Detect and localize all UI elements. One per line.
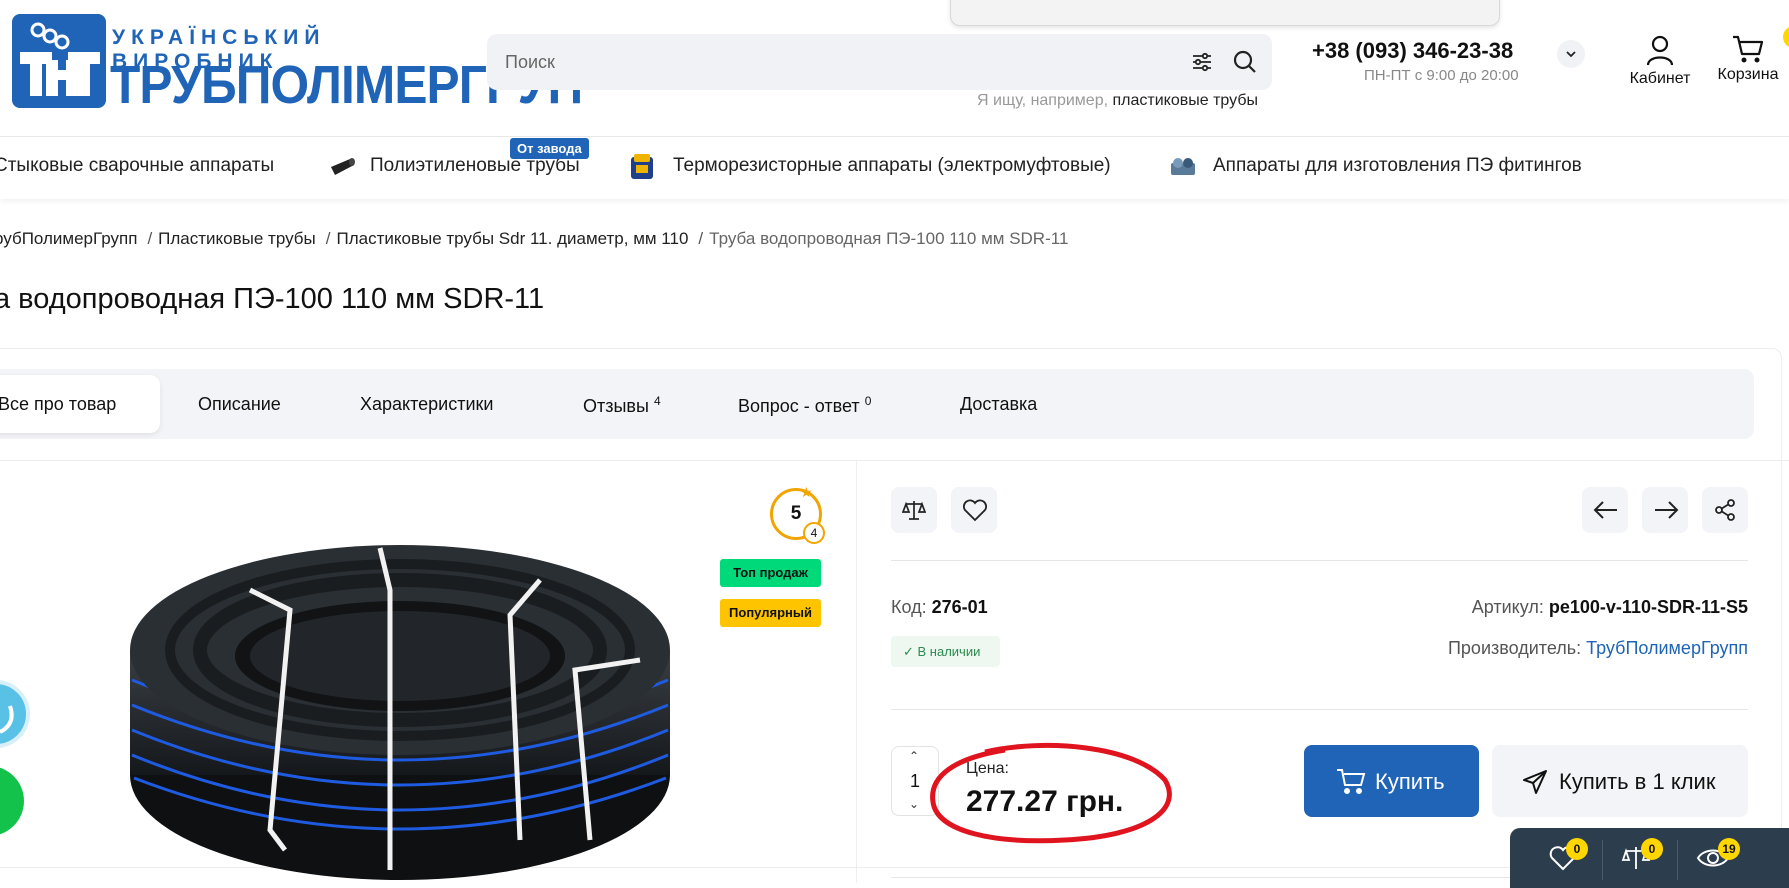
factory-badge: От завода <box>510 138 589 159</box>
cart-icon <box>1337 769 1366 794</box>
tab-specs[interactable]: Характеристики <box>360 394 493 415</box>
buy-label: Купить <box>1375 769 1445 794</box>
info-divider-middle <box>891 709 1748 710</box>
tab-reviews[interactable]: Отзывы 4 <box>583 394 661 417</box>
scales-icon <box>902 501 926 520</box>
working-hours: ПН-ПТ с 9:00 до 20:00 <box>1364 67 1519 84</box>
floating-actions-bar: 0 0 19 <box>1510 828 1789 888</box>
product-maker: Производитель: ТрубПолимерГрупп <box>1447 638 1748 658</box>
user-icon <box>1646 35 1674 66</box>
compare-count-badge: 0 <box>1641 838 1663 860</box>
reviews-count: 4 <box>653 394 661 408</box>
arrow-right-icon <box>1655 501 1679 519</box>
arrow-left-icon <box>1593 501 1617 519</box>
qa-count: 0 <box>864 394 872 408</box>
chevron-down-icon[interactable]: ⌄ <box>909 797 919 811</box>
popular-badge: Популярный <box>720 599 821 627</box>
prev-product-button[interactable] <box>1582 487 1628 533</box>
viewed-count-badge: 19 <box>1718 838 1740 860</box>
stock-status: ✓ В наличии <box>891 636 1000 667</box>
wishlist-count-badge: 0 <box>1566 838 1588 860</box>
float-divider <box>1677 840 1678 880</box>
search-hint-example[interactable]: пластиковые трубы <box>1113 92 1258 109</box>
search-icon[interactable] <box>1232 49 1258 75</box>
tab-all[interactable]: Все про товар <box>0 394 116 415</box>
cart-icon <box>1733 35 1764 63</box>
breadcrumb-plastic-pipes[interactable]: Пластиковые трубы <box>158 229 316 248</box>
category-fitting-machines[interactable]: Аппараты для изготовления ПЭ фитингов <box>1213 155 1582 177</box>
float-divider <box>1602 840 1603 880</box>
product-code: Код: 276-01 <box>891 597 988 617</box>
category-nav: Стыковые сварочные аппараты Полиэтиленов… <box>0 137 1789 199</box>
star-icon: ★ <box>800 484 813 500</box>
cabinet-button[interactable]: Кабинет <box>1622 34 1698 88</box>
electrofusion-icon <box>628 151 656 183</box>
product-image[interactable] <box>120 540 680 880</box>
heart-icon <box>963 499 987 522</box>
top-sales-badge: Топ продаж <box>720 559 821 587</box>
share-button[interactable] <box>1702 487 1748 533</box>
breadcrumb-current: Труба водопроводная ПЭ-100 110 мм SDR-11 <box>709 229 1069 248</box>
buy-button[interactable]: Купить <box>1304 745 1479 817</box>
breadcrumb: рубПолимерГрупп / Пластиковые трубы / Пласти… <box>0 229 1068 249</box>
category-electrofusion[interactable]: Терморезисторные аппараты (электромуфтов… <box>673 155 1111 177</box>
filter-icon[interactable] <box>1190 50 1214 74</box>
tab-qa[interactable]: Вопрос - ответ 0 <box>738 394 871 417</box>
breadcrumb-sdr11[interactable]: Пластиковые трубы Sdr 11. диаметр, мм 11… <box>337 229 689 248</box>
cabinet-label: Кабинет <box>1629 70 1691 87</box>
search-hint: Я ищу, например, пластиковые трубы <box>977 92 1258 109</box>
chevron-up-icon[interactable]: ⌃ <box>909 749 919 763</box>
search-box <box>487 34 1272 90</box>
send-icon <box>1523 770 1547 794</box>
breadcrumb-home[interactable]: рубПолимерГрупп <box>0 229 137 248</box>
share-icon <box>1715 499 1735 521</box>
logo-mark-icon <box>12 14 106 108</box>
wishlist-button[interactable] <box>951 487 997 533</box>
page-title: а водопроводная ПЭ-100 110 мм SDR-11 <box>0 283 545 315</box>
viber-icon <box>0 705 14 734</box>
tabs-divider <box>0 460 1789 461</box>
product-sku: Артикул: pe100-v-110-SDR-11-S5 <box>1471 597 1748 617</box>
phone-number[interactable]: +38 (093) 346-23-38 <box>1312 38 1513 64</box>
phone-dropdown-toggle[interactable] <box>1557 40 1585 68</box>
review-count-badge[interactable]: 4 <box>803 522 825 544</box>
tab-description[interactable]: Описание <box>198 394 281 415</box>
category-welding[interactable]: Стыковые сварочные аппараты <box>0 155 274 177</box>
tab-delivery[interactable]: Доставка <box>960 394 1037 415</box>
cart-button[interactable]: Корзина <box>1710 26 1786 84</box>
chevron-down-icon <box>1566 51 1576 58</box>
cart-label: Корзина <box>1717 66 1779 83</box>
buy-oneclick-button[interactable]: Купить в 1 клик <box>1492 745 1748 817</box>
dropdown-panel <box>950 0 1500 26</box>
next-product-button[interactable] <box>1642 487 1688 533</box>
compare-button[interactable] <box>891 487 937 533</box>
buy-oneclick-label: Купить в 1 клик <box>1559 769 1716 794</box>
price-highlight-circle <box>930 742 1172 844</box>
fitting-machine-icon <box>1168 151 1198 181</box>
site-logo[interactable]: УКРАЇНСЬКИЙ ВИРОБНИК ТРУБПОЛІМЕРГРУП <box>12 14 583 115</box>
info-divider-top <box>891 560 1748 561</box>
pipe-icon <box>328 151 358 181</box>
column-divider <box>856 461 857 883</box>
maker-link[interactable]: ТрубПолимерГрупп <box>1586 638 1748 658</box>
viber-button[interactable] <box>0 680 30 748</box>
search-input[interactable] <box>505 34 1165 90</box>
